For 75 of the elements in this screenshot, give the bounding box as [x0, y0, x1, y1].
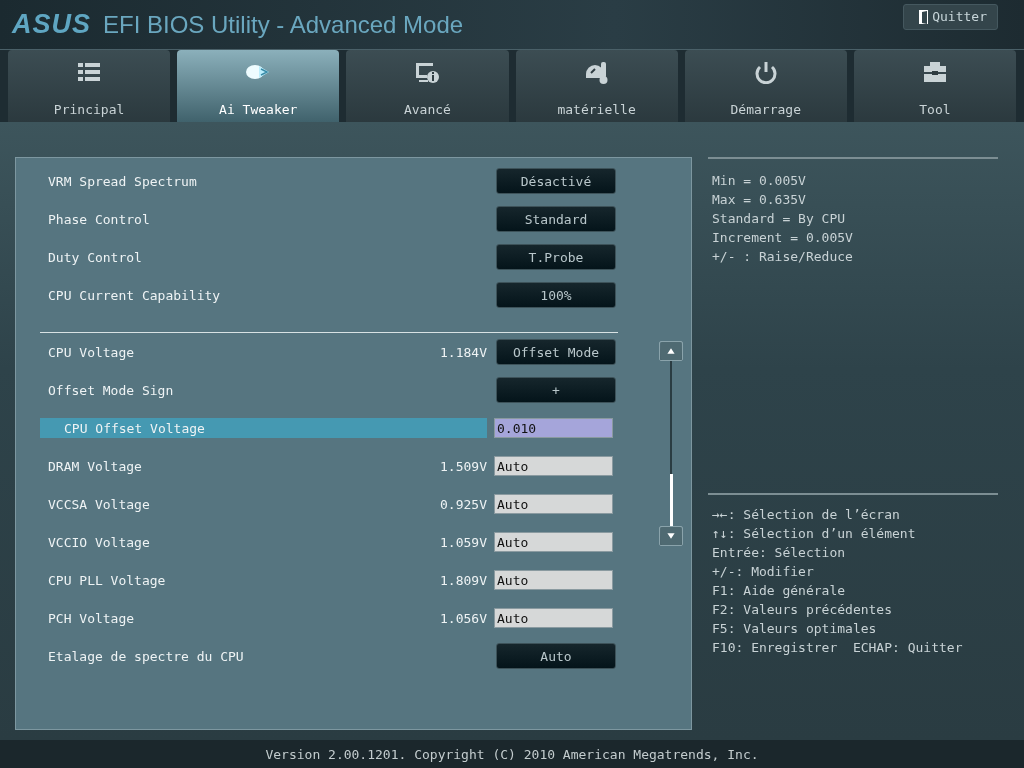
- voltage-reading: 1.056V: [439, 610, 487, 626]
- setting-row[interactable]: CPU Voltage 1.184V: [40, 342, 487, 362]
- voltage-reading: 0.925V: [439, 496, 487, 512]
- setting-row[interactable]: Duty Control: [40, 247, 487, 267]
- door-icon: [918, 8, 931, 25]
- setting-label: VCCSA Voltage: [48, 496, 151, 512]
- setting-label: Etalage de spectre du CPU: [48, 648, 245, 664]
- asus-logo: ASUS: [12, 9, 91, 40]
- option-button[interactable]: Désactivé: [496, 168, 616, 194]
- tab[interactable]: Tool: [853, 50, 1017, 122]
- help-text: Min = 0.005V: [712, 172, 807, 190]
- key-hint: +/-: Modifier: [712, 563, 815, 581]
- setting-row[interactable]: CPU Current Capability: [40, 285, 487, 305]
- option-button[interactable]: T.Probe: [496, 244, 616, 270]
- setting-label: CPU Offset Voltage: [64, 420, 206, 436]
- option-button[interactable]: Standard: [496, 206, 616, 232]
- setting-row[interactable]: Etalage de spectre du CPU: [40, 646, 487, 666]
- setting-label: VCCIO Voltage: [48, 534, 151, 550]
- gauge-icon: [583, 60, 610, 84]
- key-hint: ↑↓: Sélection d’un élément: [712, 525, 917, 543]
- key-hint: Entrée: Sélection: [712, 544, 847, 562]
- scroll-down-icon[interactable]: [659, 526, 683, 546]
- key-hint: F2: Valeurs précédentes: [712, 601, 893, 619]
- option-button[interactable]: Auto: [496, 643, 616, 669]
- setting-row[interactable]: VCCSA Voltage 0.925V: [40, 494, 487, 514]
- value-field[interactable]: Auto: [494, 494, 613, 514]
- value-field[interactable]: Auto: [494, 456, 613, 476]
- help-text: Increment = 0.005V: [712, 229, 854, 247]
- power-icon: [752, 60, 779, 84]
- help-text: Max = 0.635V: [712, 191, 807, 209]
- monitor-info-icon: [414, 60, 441, 84]
- setting-row[interactable]: VRM Spread Spectrum: [40, 171, 487, 191]
- setting-label: VRM Spread Spectrum: [48, 173, 198, 189]
- tab[interactable]: Ai Tweaker: [177, 50, 340, 122]
- voltage-reading: 1.059V: [439, 534, 487, 550]
- option-button[interactable]: 100%: [496, 282, 616, 308]
- setting-label: DRAM Voltage: [48, 458, 143, 474]
- quit-button[interactable]: Quitter: [903, 3, 998, 30]
- setting-row[interactable]: VCCIO Voltage 1.059V: [40, 532, 487, 552]
- setting-row[interactable]: CPU PLL Voltage 1.809V: [40, 570, 487, 590]
- value-field[interactable]: Auto: [494, 570, 613, 590]
- key-hint: F10: Enregistrer ECHAP: Quitter: [712, 639, 964, 657]
- help-text: Standard = By CPU: [712, 210, 847, 228]
- tab[interactable]: Démarrage: [684, 50, 847, 122]
- setting-row[interactable]: PCH Voltage 1.056V: [40, 608, 487, 628]
- key-hint: F5: Valeurs optimales: [712, 620, 878, 638]
- version-text: Version 2.00.1201. Copyright (C) 2010 American Megatrends, Inc.: [265, 746, 759, 762]
- setting-label: Duty Control: [48, 249, 143, 265]
- tab[interactable]: matérielle: [515, 50, 678, 122]
- value-field[interactable]: Auto: [494, 532, 613, 552]
- setting-row[interactable]: Phase Control: [40, 209, 487, 229]
- key-hint: →←: Sélection de l’écran: [712, 506, 901, 524]
- tab[interactable]: Principal: [8, 50, 171, 122]
- toolbox-icon: [921, 60, 948, 84]
- setting-label: PCH Voltage: [48, 610, 136, 626]
- option-button[interactable]: Offset Mode: [496, 339, 616, 365]
- value-field[interactable]: Auto: [494, 608, 613, 628]
- setting-label: CPU Voltage: [48, 344, 136, 360]
- voltage-reading: 1.809V: [439, 572, 487, 588]
- scroll-up-icon[interactable]: [659, 341, 683, 361]
- help-text: +/- : Raise/Reduce: [712, 248, 854, 266]
- option-button[interactable]: +: [496, 377, 616, 403]
- setting-row[interactable]: Offset Mode Sign: [40, 380, 487, 400]
- key-hint: F1: Aide générale: [712, 582, 847, 600]
- setting-label: Offset Mode Sign: [48, 382, 175, 398]
- voltage-reading: 1.509V: [439, 458, 487, 474]
- tab[interactable]: Avancé: [346, 50, 509, 122]
- setting-row[interactable]: DRAM Voltage 1.509V: [40, 456, 487, 476]
- voltage-reading: 1.184V: [439, 344, 487, 360]
- setting-label: CPU PLL Voltage: [48, 572, 167, 588]
- setting-label: Phase Control: [48, 211, 151, 227]
- window-title: EFI BIOS Utility - Advanced Mode: [103, 10, 465, 39]
- setting-label: CPU Current Capability: [48, 287, 222, 303]
- value-field[interactable]: 0.010: [494, 418, 613, 438]
- list-icon: [76, 60, 103, 84]
